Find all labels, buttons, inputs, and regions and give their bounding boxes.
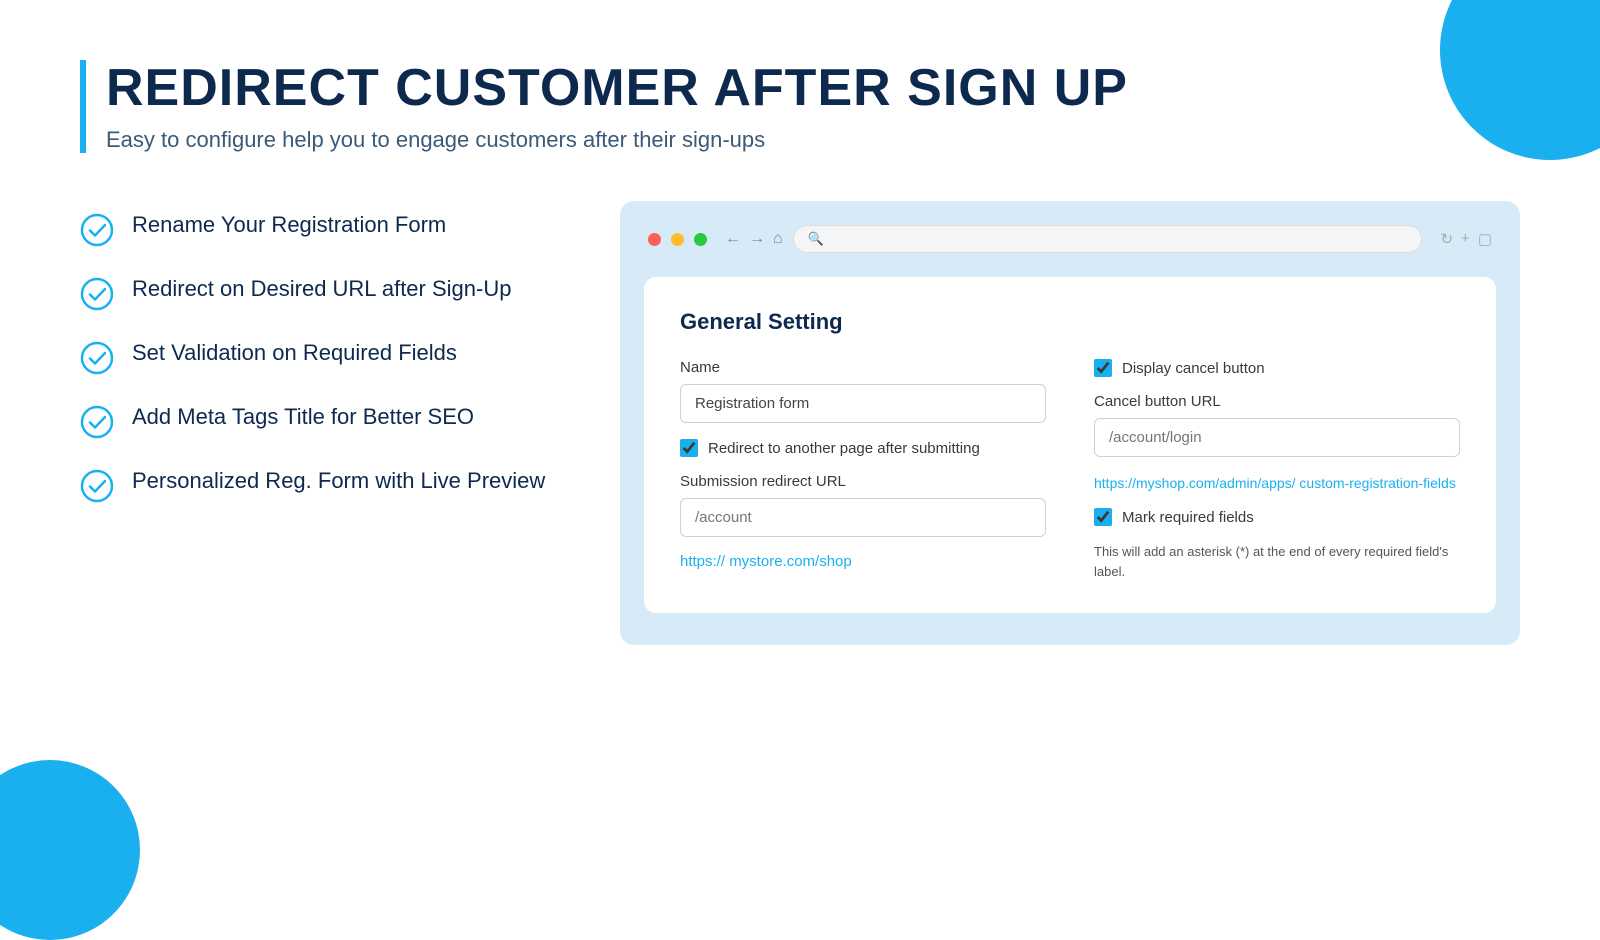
list-item: Redirect on Desired URL after Sign-Up xyxy=(80,275,560,311)
settings-card: General Setting Name Redirect to another… xyxy=(644,277,1496,613)
dot-yellow[interactable] xyxy=(671,233,684,246)
list-item: Set Validation on Required Fields xyxy=(80,339,560,375)
forward-icon[interactable]: → xyxy=(749,230,765,248)
list-item: Add Meta Tags Title for Better SEO xyxy=(80,403,560,439)
add-tab-icon[interactable]: + xyxy=(1461,230,1470,248)
feature-text-2: Redirect on Desired URL after Sign-Up xyxy=(132,275,511,304)
submission-redirect-input[interactable] xyxy=(680,498,1046,537)
deco-circle-bottom-left xyxy=(0,760,140,940)
mark-required-row[interactable]: Mark required fields xyxy=(1094,508,1460,526)
display-cancel-label: Display cancel button xyxy=(1122,360,1265,377)
check-icon-4 xyxy=(80,405,114,439)
heading-block: REDIRECT CUSTOMER AFTER SIGN UP Easy to … xyxy=(80,60,1520,153)
app-link[interactable]: https://myshop.com/admin/apps/ custom-re… xyxy=(1094,473,1460,494)
cancel-url-label: Cancel button URL xyxy=(1094,393,1460,410)
home-icon[interactable]: ⌂ xyxy=(773,230,783,248)
feature-text-1: Rename Your Registration Form xyxy=(132,211,446,240)
mystore-link[interactable]: https:// mystore.com/shop xyxy=(680,553,852,570)
feature-text-4: Add Meta Tags Title for Better SEO xyxy=(132,403,474,432)
required-helper-text: This will add an asterisk (*) at the end… xyxy=(1094,542,1460,581)
more-icon[interactable]: ▢ xyxy=(1478,230,1492,248)
page-title: REDIRECT CUSTOMER AFTER SIGN UP xyxy=(106,60,1520,117)
back-icon[interactable]: ← xyxy=(725,230,741,248)
display-cancel-row[interactable]: Display cancel button xyxy=(1094,359,1460,377)
two-col-layout: Rename Your Registration Form Redirect o… xyxy=(80,201,1520,645)
browser-actions: ↻ + ▢ xyxy=(1440,230,1492,248)
feature-text-5: Personalized Reg. Form with Live Preview xyxy=(132,467,545,496)
redirect-checkbox-label: Redirect to another page after submittin… xyxy=(708,440,980,457)
feature-list: Rename Your Registration Form Redirect o… xyxy=(80,201,560,503)
check-icon-5 xyxy=(80,469,114,503)
refresh-icon[interactable]: ↻ xyxy=(1440,230,1453,248)
list-item: Personalized Reg. Form with Live Preview xyxy=(80,467,560,503)
name-input[interactable] xyxy=(680,384,1046,423)
card-left: Name Redirect to another page after subm… xyxy=(680,359,1046,581)
card-body: Name Redirect to another page after subm… xyxy=(680,359,1460,581)
card-title: General Setting xyxy=(680,309,1460,335)
check-icon-2 xyxy=(80,277,114,311)
display-cancel-checkbox[interactable] xyxy=(1094,359,1112,377)
list-item: Rename Your Registration Form xyxy=(80,211,560,247)
search-icon: 🔍 xyxy=(808,231,824,247)
page-subtitle: Easy to configure help you to engage cus… xyxy=(106,127,1520,153)
mark-required-checkbox[interactable] xyxy=(1094,508,1112,526)
card-right: Display cancel button Cancel button URL … xyxy=(1094,359,1460,581)
cancel-url-input[interactable] xyxy=(1094,418,1460,457)
check-icon-1 xyxy=(80,213,114,247)
redirect-checkbox-row[interactable]: Redirect to another page after submittin… xyxy=(680,439,1046,457)
check-icon-3 xyxy=(80,341,114,375)
address-bar[interactable]: 🔍 xyxy=(793,225,1423,253)
submission-redirect-label: Submission redirect URL xyxy=(680,473,1046,490)
name-label: Name xyxy=(680,359,1046,376)
nav-icons: ← → ⌂ xyxy=(725,230,783,248)
dot-green[interactable] xyxy=(694,233,707,246)
redirect-checkbox[interactable] xyxy=(680,439,698,457)
browser-mockup: ← → ⌂ 🔍 ↻ + ▢ General Setting xyxy=(620,201,1520,645)
feature-text-3: Set Validation on Required Fields xyxy=(132,339,457,368)
dot-red[interactable] xyxy=(648,233,661,246)
browser-chrome: ← → ⌂ 🔍 ↻ + ▢ xyxy=(636,217,1504,261)
mark-required-label: Mark required fields xyxy=(1122,509,1254,526)
